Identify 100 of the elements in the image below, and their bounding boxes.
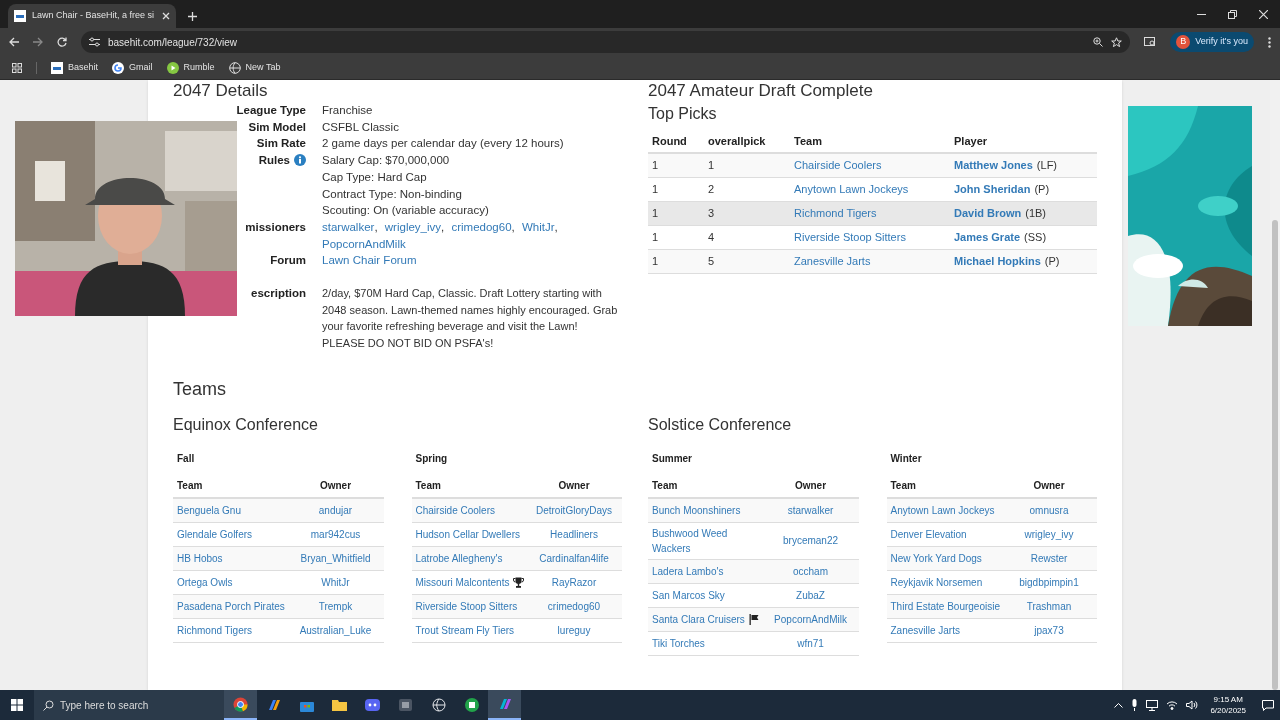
team-link[interactable]: Zanesville Jarts (890, 622, 960, 638)
windows-icon[interactable] (11, 699, 23, 711)
team-link[interactable]: Latrobe Allegheny's (415, 550, 503, 566)
team-link[interactable]: Missouri Malcontents (415, 574, 510, 590)
team-link[interactable]: Bushwood Weed Wackers (652, 525, 763, 556)
team-link[interactable]: HB Hobos (177, 550, 223, 566)
player-link[interactable]: John Sheridan (954, 181, 1031, 198)
link[interactable]: wrigley_ivy (384, 218, 442, 236)
link[interactable]: WhitJr (521, 218, 555, 236)
team-link[interactable]: Ortega Owls (177, 574, 233, 590)
team-link[interactable]: Reykjavik Norsemen (890, 574, 983, 590)
owner-link[interactable]: RayRazor (551, 576, 597, 588)
owner-link[interactable]: ZubaZ (796, 589, 825, 601)
team-link[interactable]: Denver Elevation (890, 526, 967, 542)
bookmark[interactable]: New Tab (228, 60, 281, 75)
chevron-up-icon[interactable] (1114, 702, 1124, 708)
owner-link[interactable]: Headliners (550, 528, 598, 540)
team-link[interactable]: Riverside Stoop Sitters (794, 231, 906, 244)
bookmark[interactable]: Basehit (51, 60, 99, 75)
owner-link[interactable]: lureguy (557, 624, 591, 636)
address-bar[interactable]: basehit.com/league/732/view (81, 31, 1131, 53)
team-link[interactable]: Anytown Lawn Jockeys (890, 502, 995, 518)
bookmark[interactable]: Gmail (112, 60, 153, 75)
owner-link[interactable]: WhitJr (321, 576, 350, 588)
scrollbar-thumb[interactable] (1272, 220, 1278, 690)
network-icon[interactable] (1146, 699, 1159, 711)
player-link[interactable]: David Brown (954, 205, 1022, 222)
owner-link[interactable]: crimedog60 (547, 600, 601, 612)
team-link[interactable]: Chairside Coolers (794, 159, 882, 172)
microphone-icon[interactable] (1131, 699, 1139, 711)
info-icon[interactable] (294, 154, 306, 167)
table-row[interactable]: 1 5 Zanesville Jarts Michael Hopkins (P) (648, 250, 1097, 274)
owner-link[interactable]: bryceman22 (783, 535, 838, 547)
owner-link[interactable]: Australian_Luke (299, 624, 372, 636)
team-link[interactable]: San Marcos Sky (652, 587, 725, 603)
owner-link[interactable]: mar942cus (310, 528, 361, 540)
team-link[interactable]: Hudson Cellar Dwellers (415, 526, 520, 542)
team-link[interactable]: Glendale Golfers (177, 526, 253, 542)
notification-icon[interactable] (1262, 699, 1274, 711)
clock[interactable]: 9:15 AM 6/20/2025 (1206, 694, 1250, 716)
owner-link[interactable]: Cardinalfan4life (539, 552, 609, 564)
browser-tab[interactable]: Lawn Chair - BaseHit, a free si (8, 4, 176, 28)
team-link[interactable]: New York Yard Dogs (890, 550, 982, 566)
chat-icon (365, 699, 380, 711)
team-link[interactable]: Richmond Tigers (794, 207, 877, 220)
forward-icon[interactable] (33, 37, 43, 47)
volume-icon[interactable] (1186, 700, 1199, 710)
owner-link[interactable]: andujar (318, 504, 353, 516)
link[interactable]: starwalker (322, 218, 375, 236)
team-link[interactable]: Third Estate Bourgeoisie (890, 598, 1000, 614)
team-link[interactable]: Pasadena Porch Pirates (177, 598, 285, 614)
owner-link[interactable]: Bryan_Whitfield (300, 552, 371, 564)
link[interactable]: crimedog60 (451, 218, 512, 236)
site-settings-icon[interactable] (89, 37, 100, 47)
new-tab-icon[interactable] (188, 12, 197, 21)
owner-link[interactable]: PopcornAndMilk (774, 613, 847, 625)
owner-link[interactable]: Trempk (318, 600, 353, 612)
link[interactable]: PopcornAndMilk (322, 235, 406, 253)
team-link[interactable]: Anytown Lawn Jockeys (794, 183, 909, 196)
player-link[interactable]: Michael Hopkins (954, 253, 1041, 270)
close-icon[interactable] (1259, 9, 1268, 19)
owner-link[interactable]: jpax73 (1034, 624, 1064, 636)
table-row[interactable]: 1 1 Chairside Coolers Matthew Jones (LF) (648, 154, 1097, 178)
apps-icon[interactable] (12, 62, 22, 73)
team-link[interactable]: Tiki Torches (652, 635, 705, 651)
link[interactable]: Lawn Chair Forum (322, 252, 417, 270)
team-link[interactable]: Bunch Moonshiners (652, 502, 741, 518)
owner-link[interactable]: occham (793, 565, 828, 577)
team-link[interactable]: Trout Stream Fly Tiers (415, 622, 515, 638)
owner-link[interactable]: wfn71 (797, 637, 824, 649)
bookmark[interactable]: Rumble (166, 60, 215, 75)
restore-icon[interactable] (1228, 9, 1237, 19)
owner-link[interactable]: starwalker (787, 504, 834, 516)
back-icon[interactable] (9, 37, 19, 47)
chrome-taskbar-button[interactable] (224, 690, 257, 720)
wifi-icon[interactable] (1166, 700, 1179, 710)
owner-link[interactable]: Rewster (1030, 552, 1068, 564)
owner-link[interactable]: omnusra (1029, 504, 1069, 516)
owner-link[interactable]: DetroitGloryDays (535, 504, 613, 516)
close-icon[interactable] (162, 12, 170, 20)
player-link[interactable]: James Grate (954, 229, 1021, 246)
team-link[interactable]: Riverside Stoop Sitters (415, 598, 518, 614)
star-icon[interactable] (1111, 36, 1123, 48)
owner-link[interactable]: bigdbpimpin1 (1019, 576, 1079, 588)
team-link[interactable]: Benguela Gnu (177, 502, 241, 518)
team-link[interactable]: Chairside Coolers (415, 502, 495, 518)
lens-icon[interactable] (1144, 37, 1157, 47)
team-link[interactable]: Santa Clara Cruisers (652, 611, 745, 627)
owner-link[interactable]: Trashman (1026, 600, 1072, 612)
team-link[interactable]: Ladera Lambo's (652, 563, 724, 579)
owner-link[interactable]: wrigley_ivy (1024, 528, 1074, 540)
taskbar-search-field[interactable]: Type here to search (34, 690, 224, 720)
player-link[interactable]: Matthew Jones (954, 157, 1033, 174)
reload-icon[interactable] (57, 37, 67, 47)
zoom-icon[interactable] (1093, 37, 1104, 47)
menu-icon[interactable] (1268, 36, 1271, 48)
team-link[interactable]: Richmond Tigers (177, 622, 253, 638)
table-row[interactable]: 1 3 Richmond Tigers David Brown (1B) (648, 202, 1097, 226)
team-link[interactable]: Zanesville Jarts (794, 255, 871, 268)
profile-button[interactable]: B Verify it's you (1170, 32, 1254, 52)
